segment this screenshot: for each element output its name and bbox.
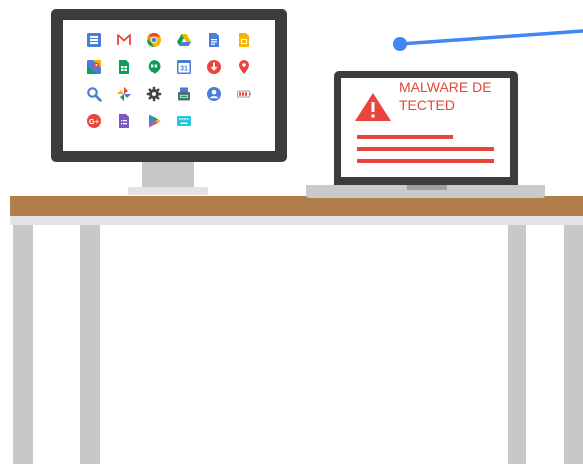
search-icon[interactable] — [85, 85, 103, 102]
forms-icon[interactable] — [115, 112, 133, 129]
alert-line — [357, 135, 453, 139]
settings-icon[interactable] — [145, 85, 163, 102]
photos-icon[interactable] — [115, 85, 133, 102]
svg-text:G+: G+ — [89, 117, 100, 126]
play-icon[interactable] — [145, 112, 163, 129]
sheets-small-icon[interactable] — [115, 58, 133, 75]
download-icon[interactable] — [205, 58, 223, 75]
sheets-icon[interactable] — [85, 31, 103, 48]
maps-icon[interactable] — [85, 58, 103, 75]
desk-leg — [80, 225, 100, 464]
desk-leg — [508, 225, 526, 464]
scanner-icon[interactable] — [175, 85, 193, 102]
desk-leg — [13, 225, 33, 464]
drive-icon[interactable] — [175, 31, 193, 48]
warning-icon — [355, 93, 391, 121]
laptop-hinge-notch — [407, 185, 447, 190]
malware-warning-text: MALWARE DETECTED — [399, 79, 492, 113]
desk-leg — [564, 225, 583, 464]
gmail-icon[interactable] — [115, 31, 133, 48]
keyboard-icon[interactable] — [175, 112, 193, 129]
app-launcher-grid: 31 G+ — [85, 31, 253, 129]
desk-top — [10, 196, 583, 216]
alert-line — [357, 147, 494, 151]
hangouts-icon[interactable] — [145, 58, 163, 75]
desk-apron — [10, 216, 583, 225]
monitor-base — [128, 187, 208, 195]
docs-icon[interactable] — [205, 31, 223, 48]
location-pin-icon[interactable] — [235, 58, 253, 75]
connection-node-dot — [393, 37, 407, 51]
slides-icon[interactable] — [235, 31, 253, 48]
calendar-icon[interactable]: 31 — [175, 58, 193, 75]
battery-icon[interactable] — [235, 85, 253, 102]
svg-text:31: 31 — [180, 65, 188, 72]
contacts-icon[interactable] — [205, 85, 223, 102]
chrome-icon[interactable] — [145, 31, 163, 48]
alert-line — [357, 159, 494, 163]
google-plus-icon[interactable]: G+ — [85, 112, 103, 129]
monitor-stand — [142, 162, 194, 187]
